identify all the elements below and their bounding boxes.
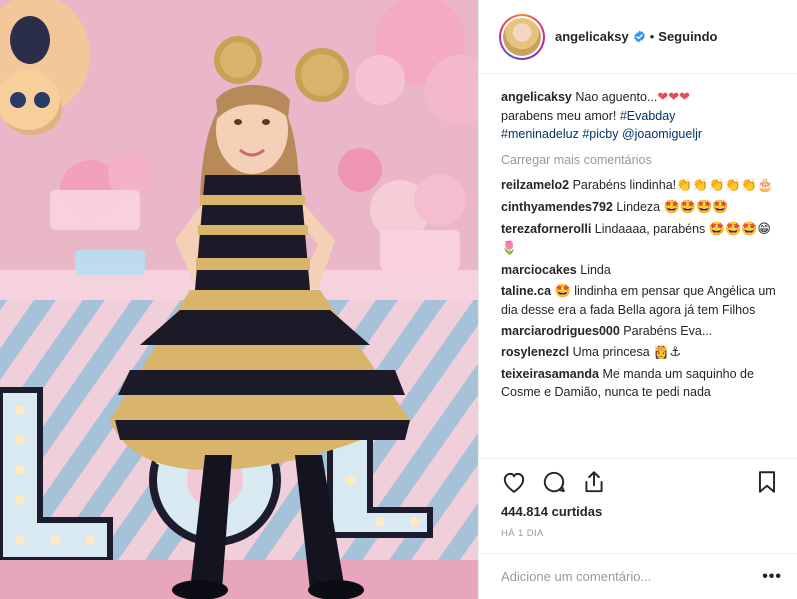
author-line: angelicaksy • Seguindo — [555, 29, 718, 44]
bookmark-icon[interactable] — [754, 469, 782, 497]
following-button[interactable]: Seguindo — [658, 29, 717, 44]
post-photo[interactable] — [0, 0, 478, 599]
comment-username[interactable]: cinthyamendes792 — [501, 200, 613, 214]
mention-photographer[interactable]: @joaomigueljr — [622, 127, 702, 141]
comment-emoji: 👸⚓ — [653, 345, 682, 360]
comment-text: Uma princesa — [572, 345, 650, 359]
more-options-button[interactable]: ••• — [762, 568, 782, 586]
post-timestamp[interactable]: HÁ 1 DIA — [501, 528, 782, 539]
comments-list[interactable]: angelicaksy Nao aguento...❤❤❤ parabens m… — [479, 74, 797, 458]
comment-item: teixeirasamanda Me manda um saquinho de … — [501, 365, 782, 401]
comment-username[interactable]: terezafornerolli — [501, 222, 591, 236]
avatar-image — [503, 17, 541, 56]
avatar-border — [501, 15, 543, 58]
hashtag-picby[interactable]: #picby — [582, 127, 618, 141]
load-more-comments-button[interactable]: Carregar mais comentários — [501, 153, 782, 167]
photo-illustration — [0, 0, 478, 599]
comment-item: cinthyamendes792 Lindeza 🤩🤩🤩🤩 — [501, 198, 782, 217]
separator-dot: • — [649, 29, 655, 44]
comment-text: Linda — [580, 263, 611, 277]
likes-count[interactable]: 444.814 curtidas — [501, 504, 782, 519]
hashtag-evabday[interactable]: #Evabday — [620, 109, 676, 123]
comment-emoji: 🤩🤩🤩🤩 — [663, 200, 729, 215]
post-header: angelicaksy • Seguindo — [479, 0, 797, 74]
caption-text-2: parabens meu amor! — [501, 109, 617, 123]
comment-bubble-icon[interactable] — [541, 469, 569, 497]
hashtag-meninadeluz[interactable]: #meninadeluz — [501, 127, 579, 141]
add-comment-input[interactable] — [501, 569, 763, 584]
comment-username[interactable]: marciocakes — [501, 263, 577, 277]
post-details-panel: angelicaksy • Seguindo angelicaksy Nao a… — [478, 0, 797, 599]
comment-emoji: 🤩 — [554, 284, 571, 299]
author-username[interactable]: angelicaksy — [555, 29, 629, 44]
verified-badge-icon — [633, 30, 645, 43]
heart-icon[interactable] — [501, 469, 529, 497]
caption: angelicaksy Nao aguento...❤❤❤ parabens m… — [501, 88, 782, 143]
comment-emoji: 👏👏👏👏👏🎂 — [676, 178, 774, 193]
comment-item: taline.ca 🤩 lindinha em pensar que Angél… — [501, 282, 782, 319]
comment-item: marciocakes Linda — [501, 261, 782, 279]
comment-username[interactable]: teixeirasamanda — [501, 367, 599, 381]
action-icons-row — [501, 465, 782, 501]
post-actions: 444.814 curtidas HÁ 1 DIA — [479, 458, 797, 553]
share-icon[interactable] — [581, 469, 609, 497]
comment-username[interactable]: taline.ca — [501, 284, 551, 298]
comment-username[interactable]: marciarodrigues000 — [501, 324, 620, 338]
comment-item: reilzamelo2 Parabéns lindinha!👏👏👏👏👏🎂 — [501, 176, 782, 195]
caption-username[interactable]: angelicaksy — [501, 90, 572, 104]
comment-username[interactable]: reilzamelo2 — [501, 178, 569, 192]
comment-item: terezafornerolli Lindaaaa, parabéns 🤩🤩🤩😁… — [501, 220, 782, 258]
caption-text-1: Nao aguento... — [575, 90, 658, 104]
comment-text: Parabéns Eva... — [623, 324, 713, 338]
comment-text: Parabéns lindinha! — [572, 178, 677, 192]
avatar[interactable] — [499, 13, 545, 60]
add-comment-bar: ••• — [479, 553, 797, 599]
comment-username[interactable]: rosylenezcl — [501, 345, 569, 359]
caption-hearts-emoji: ❤❤❤ — [657, 90, 691, 105]
comment-text: Lindaaaa, parabéns — [594, 222, 706, 236]
comment-text: Lindeza — [616, 200, 661, 214]
comment-item: marciarodrigues000 Parabéns Eva... — [501, 322, 782, 340]
comment-item: rosylenezcl Uma princesa 👸⚓ — [501, 343, 782, 362]
